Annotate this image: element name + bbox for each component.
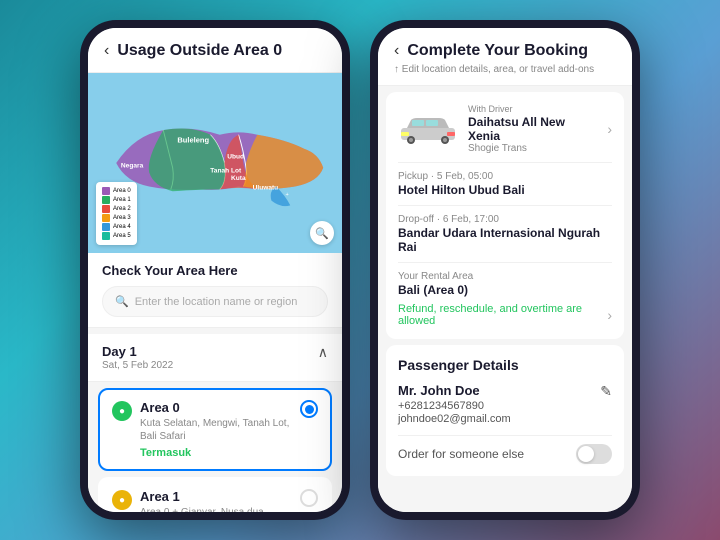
area-card-1[interactable]: ● Area 1 Area 0 + Gianyar, Nusa dua, Pad… [98, 477, 332, 512]
svg-text:Negara: Negara [121, 163, 144, 170]
someone-else-label: Order for someone else [398, 447, 524, 461]
area-card-0[interactable]: ● Area 0 Kuta Selatan, Mengwi, Tanah Lot… [98, 388, 332, 471]
area-list: ● Area 0 Kuta Selatan, Mengwi, Tanah Lot… [88, 382, 342, 512]
pickup-row: Pickup · 5 Feb, 05:00 Hotel Hilton Ubud … [398, 171, 612, 197]
passenger-phone: +6281234567890 [398, 400, 600, 412]
back-button-map[interactable]: ‹ [104, 42, 109, 60]
search-placeholder: Enter the location name or region [135, 296, 298, 308]
divider-2 [398, 205, 612, 206]
edit-hint: ↑ Edit location details, area, or travel… [394, 64, 616, 75]
pickup-value: Hotel Hilton Ubud Bali [398, 183, 612, 197]
car-row[interactable]: With Driver Daihatsu All New Xenia Shogi… [398, 104, 612, 154]
passenger-section-title: Passenger Details [398, 357, 612, 373]
area-1-radio[interactable] [300, 489, 318, 507]
passenger-row: Mr. John Doe +6281234567890 johndoe02@gm… [398, 383, 612, 425]
edit-passenger-button[interactable]: ✎ [600, 383, 612, 400]
map-view: Buleleng Negara Ubud Tanah Lot Kuta Uluw… [88, 73, 342, 253]
rental-area-row: Your Rental Area Bali (Area 0) [398, 271, 612, 297]
dropoff-row: Drop-off · 6 Feb, 17:00 Bandar Udara Int… [398, 214, 612, 254]
refund-chevron-icon[interactable]: › [607, 307, 612, 323]
car-image [398, 112, 458, 147]
car-name: Daihatsu All New Xenia [468, 115, 597, 143]
day-subtitle: Sat, 5 Feb 2022 [102, 360, 173, 371]
area-0-info: Area 0 Kuta Selatan, Mengwi, Tanah Lot, … [140, 400, 292, 459]
car-vendor: Shogie Trans [468, 143, 597, 154]
passenger-info: Mr. John Doe +6281234567890 johndoe02@gm… [398, 383, 600, 425]
booking-header: ‹ Complete Your Booking ↑ Edit location … [378, 28, 632, 86]
divider-3 [398, 262, 612, 263]
map-legend: Area 0 Area 1 Area 2 Area 3 Area 4 Area … [96, 182, 137, 245]
zoom-button[interactable]: 🔍 [310, 221, 334, 245]
rental-area-label: Your Rental Area [398, 271, 612, 282]
area-1-info: Area 1 Area 0 + Gianyar, Nusa dua, Padan… [140, 489, 292, 512]
svg-text:Uluwatu: Uluwatu [253, 184, 279, 191]
svg-text:Tanah Lot: Tanah Lot [210, 167, 242, 174]
phone-1: ‹ Usage Outside Area 0 Buleleng Ne [80, 20, 350, 520]
area-1-icon: ● [112, 490, 132, 510]
booking-content: With Driver Daihatsu All New Xenia Shogi… [378, 86, 632, 512]
collapse-icon[interactable]: ∧ [318, 344, 328, 361]
phone-1-screen: ‹ Usage Outside Area 0 Buleleng Ne [88, 28, 342, 512]
rental-area-value: Bali (Area 0) [398, 283, 612, 297]
phone-2: ‹ Complete Your Booking ↑ Edit location … [370, 20, 640, 520]
divider-1 [398, 162, 612, 163]
car-info: With Driver Daihatsu All New Xenia Shogi… [468, 104, 597, 154]
phone-2-screen: ‹ Complete Your Booking ↑ Edit location … [378, 28, 632, 512]
refund-row[interactable]: Refund, reschedule, and overtime are all… [398, 303, 612, 327]
passenger-name: Mr. John Doe [398, 383, 600, 398]
dropoff-value: Bandar Udara Internasional Ngurah Rai [398, 226, 612, 254]
passenger-section: Passenger Details Mr. John Doe +62812345… [386, 345, 624, 476]
passenger-email: johndoe02@gmail.com [398, 413, 600, 425]
svg-text:Buleleng: Buleleng [177, 135, 209, 144]
map-screen-header: ‹ Usage Outside Area 0 [88, 28, 342, 73]
search-icon: 🔍 [115, 295, 129, 308]
search-section: Check Your Area Here 🔍 Enter the locatio… [88, 253, 342, 328]
area-0-desc: Kuta Selatan, Mengwi, Tanah Lot, Bali Sa… [140, 417, 292, 443]
area-1-desc: Area 0 + Gianyar, Nusa dua, Padang beach… [140, 506, 292, 512]
toggle-knob [578, 446, 594, 462]
with-driver-label: With Driver [468, 104, 597, 114]
day-title: Day 1 [102, 344, 173, 359]
someone-else-toggle[interactable] [576, 444, 612, 464]
back-button-booking[interactable]: ‹ [394, 42, 399, 60]
area-0-radio[interactable] [300, 400, 318, 418]
refund-text: Refund, reschedule, and overtime are all… [398, 303, 607, 327]
pickup-label: Pickup · 5 Feb, 05:00 [398, 171, 612, 182]
booking-title: Complete Your Booking [407, 42, 588, 60]
area-0-name: Area 0 [140, 400, 292, 415]
map-screen-title: Usage Outside Area 0 [117, 42, 282, 60]
area-0-icon: ● [112, 401, 132, 421]
day-header: Day 1 Sat, 5 Feb 2022 ∧ [88, 334, 342, 382]
dropoff-label: Drop-off · 6 Feb, 17:00 [398, 214, 612, 225]
search-input-wrap[interactable]: 🔍 Enter the location name or region [102, 286, 328, 317]
search-title: Check Your Area Here [102, 263, 328, 278]
svg-text:Kuta: Kuta [231, 175, 246, 182]
area-0-badge: Termasuk [140, 447, 292, 459]
car-details-card: With Driver Daihatsu All New Xenia Shogi… [386, 92, 624, 339]
svg-text:+: + [286, 192, 289, 198]
car-chevron-icon[interactable]: › [607, 121, 612, 137]
svg-text:Ubud: Ubud [227, 153, 244, 160]
area-1-name: Area 1 [140, 489, 292, 504]
someone-else-row: Order for someone else [398, 435, 612, 464]
